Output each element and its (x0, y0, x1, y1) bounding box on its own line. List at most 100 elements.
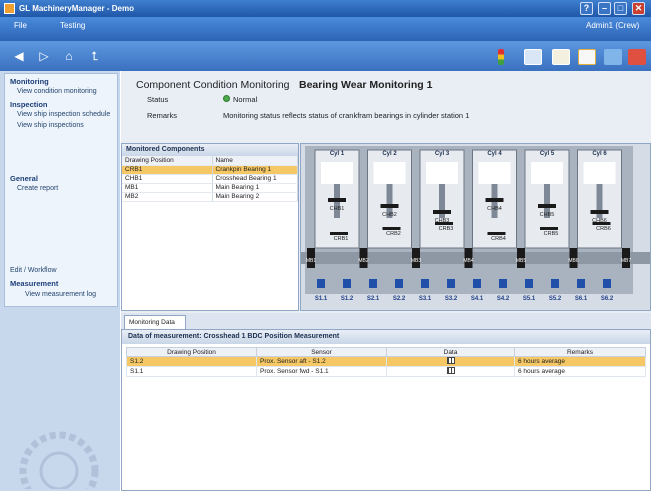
edit-report-icon[interactable] (578, 49, 596, 65)
sensor-label: S3.1 (419, 296, 432, 302)
cell-sensor: Prox. Sensor fwd - S1.1 (256, 366, 387, 377)
mb-label: MB5 (516, 258, 527, 264)
sidebar-item-view-schedule[interactable]: View ship inspection schedule (17, 111, 110, 118)
cylinder-label: Cyl 3 (435, 151, 450, 157)
measurement-title: Data of measurement: Crosshead 1 BDC Pos… (122, 330, 650, 344)
column-header-position[interactable]: Drawing Position (126, 347, 257, 357)
cell-name: Crosshead Bearing 1 (212, 174, 298, 184)
cylinder-bore (426, 162, 458, 184)
column-header-sensor[interactable]: Sensor (256, 347, 387, 357)
sidebar-header-general: General (10, 174, 38, 183)
mb-label: MB6 (568, 258, 579, 264)
sensor-marker (551, 279, 559, 288)
table-row[interactable]: S1.2 Prox. Sensor aft - S1.2 6 hours ave… (126, 356, 646, 367)
data-grid-icon[interactable] (446, 367, 455, 374)
sidebar-item-create-report[interactable]: Create report (17, 185, 58, 192)
sensor-marker (421, 279, 429, 288)
sensor-label: S2.2 (393, 296, 406, 302)
column-header-data[interactable]: Data (386, 347, 515, 357)
table-row[interactable]: CHB1 Crosshead Bearing 1 (122, 174, 298, 184)
crb-label: CRB3 (439, 226, 454, 232)
mb-label: MB4 (463, 258, 474, 264)
tab-monitoring-data[interactable]: Monitoring Data (124, 315, 186, 329)
sensor-label: S1.1 (315, 296, 328, 302)
cylinder-bore (583, 162, 616, 184)
back-icon[interactable]: ◀ (12, 49, 26, 63)
calendar-icon[interactable] (552, 49, 570, 65)
window-title: GL MachineryManager - Demo (19, 4, 134, 13)
table-row[interactable]: MB1 Main Bearing 1 (122, 183, 298, 193)
sidebar-item-edit-workflow[interactable]: Edit / Workflow (10, 267, 57, 274)
cylinder-bore (531, 162, 563, 184)
sensor-marker (343, 279, 351, 288)
sidebar: Monitoring View condition monitoring Ins… (0, 71, 120, 491)
exit-icon[interactable] (628, 49, 646, 65)
forward-icon[interactable]: ▷ (37, 49, 51, 63)
column-header-position[interactable]: Drawing Position (122, 156, 213, 166)
column-header-name[interactable]: Name (212, 156, 298, 166)
sensor-marker (499, 279, 507, 288)
status-label: Status (147, 95, 169, 104)
table-row[interactable]: MB2 Main Bearing 2 (122, 192, 298, 202)
cylinder-bore (373, 162, 406, 184)
monitored-components-table: Drawing Position Name CRB1 Crankpin Beari… (122, 156, 298, 202)
sensor-marker (317, 279, 325, 288)
sensor-marker (473, 279, 481, 288)
chb-label: CHB4 (487, 206, 502, 212)
up-icon[interactable]: ⮤ (88, 49, 102, 63)
crb-label: CRB2 (386, 231, 401, 237)
cell-position: CRB1 (122, 165, 213, 175)
table-row[interactable]: CRB1 Crankpin Bearing 1 (122, 165, 298, 175)
minimize-button[interactable]: – (598, 2, 611, 15)
sensor-label: S6.2 (601, 296, 614, 302)
engine-diagram-panel: Cyl 1 CHB1 CRB1 Cyl 2 CHB2 CRB2 Cyl 3 CHB3 CRB3 C… (300, 143, 651, 311)
crb-label: CRB4 (491, 236, 506, 242)
sensor-label: S6.1 (575, 296, 588, 302)
cell-data[interactable] (386, 356, 515, 367)
gear-watermark-icon (19, 431, 99, 489)
sidebar-item-view-condition[interactable]: View condition monitoring (17, 88, 97, 95)
monitored-components-panel: Monitored Components Drawing Position Na… (121, 143, 299, 311)
sensor-marker (447, 279, 455, 288)
traffic-light-icon[interactable] (498, 49, 504, 65)
close-button[interactable]: ✕ (632, 2, 645, 15)
table-row[interactable]: S1.1 Prox. Sensor fwd - S1.1 6 hours ave… (126, 366, 646, 377)
crankpin-bearing (330, 232, 348, 235)
mb-label: MB1 (306, 258, 317, 264)
maximize-button[interactable]: □ (614, 2, 627, 15)
crankpin-bearing (540, 227, 558, 230)
sensor-marker (577, 279, 585, 288)
sensor-marker (395, 279, 403, 288)
help-window-icon[interactable]: ? (580, 2, 593, 15)
cylinder-label: Cyl 2 (382, 151, 397, 157)
status-ok-icon (223, 95, 230, 102)
user-label[interactable]: Admin1 (Crew) (586, 21, 639, 30)
sidebar-header-inspection: Inspection (10, 100, 48, 109)
crb-label: CRB1 (334, 236, 349, 242)
crankpin-bearing (435, 222, 453, 225)
sidebar-item-view-inspections[interactable]: View ship inspections (17, 122, 84, 129)
sidebar-item-view-log[interactable]: View measurement log (25, 291, 96, 298)
chb-label: CHB5 (540, 212, 555, 218)
sensor-label: S5.1 (523, 296, 536, 302)
sensor-label: S4.2 (497, 296, 510, 302)
crb-label: CRB5 (544, 231, 559, 237)
crosshead-bearing (485, 198, 504, 202)
title-bar: GL MachineryManager - Demo ? – □ ✕ (0, 0, 651, 17)
menu-testing[interactable]: Testing (60, 21, 85, 30)
menu-file[interactable]: File (14, 21, 27, 30)
app-logo-icon (4, 3, 15, 14)
data-grid-icon[interactable] (446, 357, 455, 364)
engine-diagram[interactable]: Cyl 1CHB1CRB1Cyl 2CHB2CRB2Cyl 3CHB3CRB3C… (301, 144, 650, 310)
sensor-label: S4.1 (471, 296, 484, 302)
remarks-label: Remarks (147, 111, 178, 120)
page-section-title: Component Condition Monitoring (136, 79, 290, 91)
sensor-label: S3.2 (445, 296, 458, 302)
mb-label: MB7 (621, 258, 632, 264)
wrench-icon[interactable] (604, 49, 622, 65)
column-header-remarks[interactable]: Remarks (514, 347, 646, 357)
home-icon[interactable]: ⌂ (62, 49, 76, 63)
crosshead-bearing (538, 204, 556, 208)
cell-data[interactable] (386, 366, 515, 377)
monitor-icon[interactable] (524, 49, 542, 65)
